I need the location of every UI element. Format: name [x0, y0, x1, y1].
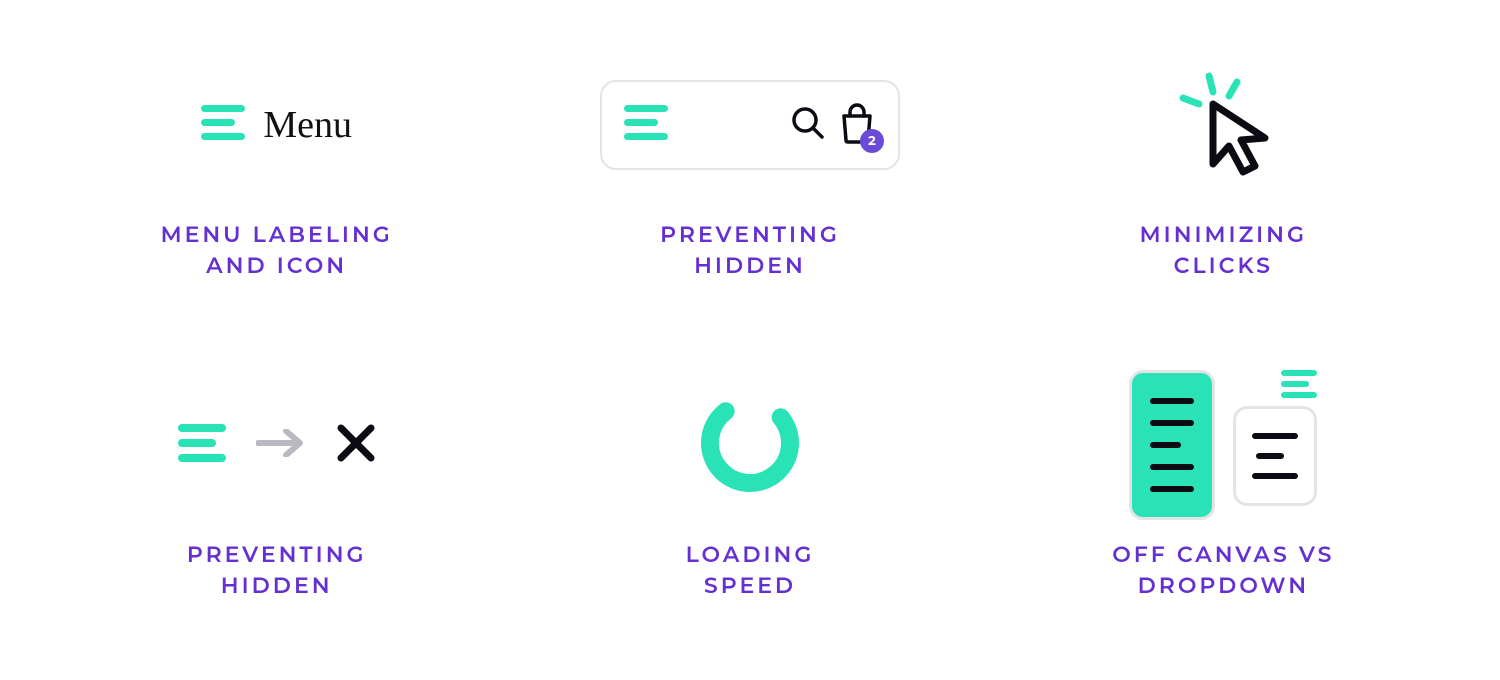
card-loading-speed: LOADING SPEED	[513, 340, 986, 660]
card-preventing-hidden-header: 2 PREVENTING HIDDEN	[513, 20, 986, 340]
hamburger-icon	[1281, 370, 1317, 398]
card-offcanvas-vs-dropdown: OFF CANVAS VS DROPDOWN	[987, 340, 1460, 660]
hamburger-icon	[201, 105, 245, 146]
compare-row	[1129, 370, 1317, 520]
card-caption: MENU LABELING AND ICON	[161, 220, 393, 282]
card-caption: PREVENTING HIDDEN	[187, 540, 367, 602]
transition-row	[178, 423, 376, 468]
hamburger-icon	[178, 424, 226, 467]
hamburger-icon	[624, 105, 668, 146]
card-menu-labeling: Menu MENU LABELING AND ICON	[40, 20, 513, 340]
card-caption: PREVENTING HIDDEN	[660, 220, 840, 282]
spinner-icon	[695, 388, 805, 503]
icon-area	[987, 360, 1460, 530]
icon-area: Menu	[40, 40, 513, 210]
shopping-bag-icon: 2	[838, 102, 876, 149]
bag-badge: 2	[860, 129, 884, 153]
icon-area	[513, 360, 986, 530]
cards-grid: Menu MENU LABELING AND ICON	[0, 0, 1500, 680]
cursor-click-icon	[1163, 68, 1283, 183]
card-minimizing-clicks: MINIMIZING CLICKS	[987, 20, 1460, 340]
arrow-right-icon	[256, 429, 306, 462]
card-preventing-hidden-toggle: PREVENTING HIDDEN	[40, 340, 513, 660]
offcanvas-panel-icon	[1129, 370, 1215, 520]
icon-area: 2	[513, 40, 986, 210]
card-caption: LOADING SPEED	[686, 540, 815, 602]
icon-area	[987, 40, 1460, 210]
card-caption: MINIMIZING CLICKS	[1140, 220, 1307, 282]
header-bar: 2	[600, 80, 900, 170]
close-icon	[336, 423, 376, 468]
dropdown-panel-icon	[1233, 370, 1317, 506]
menu-label-combo: Menu	[201, 103, 352, 147]
icon-area	[40, 360, 513, 530]
search-icon	[790, 105, 826, 146]
card-caption: OFF CANVAS VS DROPDOWN	[1112, 540, 1334, 602]
menu-word: Menu	[263, 103, 352, 147]
